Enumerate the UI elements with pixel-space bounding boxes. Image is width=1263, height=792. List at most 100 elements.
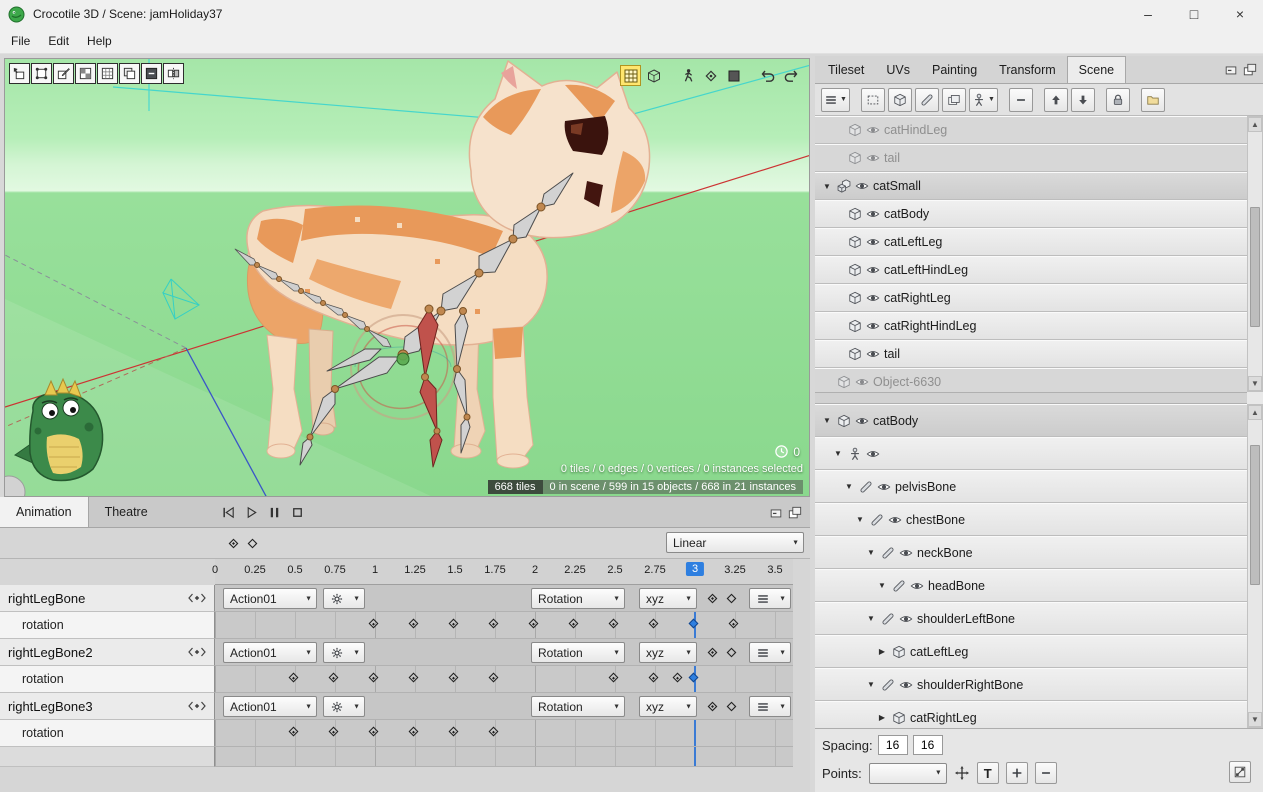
remove-keyframe-button[interactable] <box>722 588 740 609</box>
channel-label-rotation[interactable]: rotation <box>0 666 215 693</box>
menu-button[interactable]: ▼ <box>821 88 850 112</box>
armature-button[interactable]: ▼ <box>969 88 998 112</box>
remove-keyframe-button[interactable] <box>722 642 740 663</box>
track-menu-button[interactable]: ▼ <box>749 696 791 717</box>
tree-item-catRightLeg[interactable]: ▶catRightLeg <box>815 701 1247 728</box>
menu-file[interactable]: File <box>2 30 39 52</box>
tree-item-catLeftLeg[interactable]: catLeftLeg <box>815 228 1247 256</box>
folder-button[interactable] <box>1141 88 1165 112</box>
eye-icon[interactable] <box>866 151 880 165</box>
tree-item-catHindLeg[interactable]: catHindLeg <box>815 116 1247 144</box>
ruler-tick-1.5[interactable]: 1.5 <box>447 564 462 576</box>
keyframe-nav-icon[interactable] <box>188 701 206 711</box>
remove-keyframe-button[interactable] <box>722 696 740 717</box>
expander-open-icon[interactable]: ▼ <box>821 416 833 425</box>
tree-item-tail[interactable]: tail <box>815 340 1247 368</box>
minimize-button[interactable]: – <box>1125 0 1171 28</box>
tree-item-armature[interactable]: ▼ <box>815 437 1247 470</box>
float-panel-icon[interactable] <box>1243 63 1257 77</box>
modifier-select[interactable]: ▼ <box>323 642 365 663</box>
tree-item-chestBone[interactable]: ▼chestBone <box>815 503 1247 536</box>
scroll-up-icon[interactable]: ▲ <box>1248 405 1262 420</box>
eye-icon[interactable] <box>899 546 913 560</box>
remove-button[interactable] <box>1035 762 1057 784</box>
keyframe[interactable] <box>489 619 499 629</box>
keyframe[interactable] <box>369 727 379 737</box>
close-button[interactable]: × <box>1217 0 1263 28</box>
ruler-tick-1.25[interactable]: 1.25 <box>404 564 425 576</box>
eye-icon[interactable] <box>910 579 924 593</box>
eye-icon[interactable] <box>866 347 880 361</box>
ruler-tick-2.5[interactable]: 2.5 <box>607 564 622 576</box>
spacing-x-input[interactable] <box>878 735 908 755</box>
action-select[interactable]: Action01▼ <box>223 642 317 663</box>
keyframe[interactable] <box>649 673 659 683</box>
expander-open-icon[interactable]: ▼ <box>854 515 866 524</box>
keyframe[interactable] <box>409 619 419 629</box>
axes-select[interactable]: xyz▼ <box>639 642 697 663</box>
viewport-3d[interactable]: 0 0 tiles / 0 edges / 0 vertices / 0 ins… <box>4 58 810 497</box>
tab-theatre[interactable]: Theatre <box>89 497 164 527</box>
keyframe-track[interactable] <box>215 612 793 639</box>
eye-icon[interactable] <box>855 375 869 389</box>
action-select[interactable]: Action01▼ <box>223 588 317 609</box>
keyframe[interactable] <box>449 619 459 629</box>
tree-item-catLeftHindLeg[interactable]: catLeftHindLeg <box>815 256 1247 284</box>
keyframe-track[interactable] <box>215 720 793 747</box>
action-select[interactable]: Action01▼ <box>223 696 317 717</box>
scroll-up-icon[interactable]: ▲ <box>1248 117 1262 132</box>
keyframe[interactable] <box>449 727 459 737</box>
eye-icon[interactable] <box>899 678 913 692</box>
tree-divider[interactable] <box>815 392 1247 404</box>
eye-icon[interactable] <box>866 447 880 461</box>
grid-snap-icon[interactable] <box>620 65 641 86</box>
expander-open-icon[interactable]: ▼ <box>821 182 833 191</box>
playhead[interactable] <box>694 747 696 766</box>
playhead[interactable] <box>694 720 696 746</box>
keyframe[interactable] <box>689 673 699 683</box>
tab-animation[interactable]: Animation <box>0 497 89 527</box>
menu-edit[interactable]: Edit <box>39 30 78 52</box>
insert-keyframe-button[interactable] <box>703 696 721 717</box>
tree-item-shoulderLeftBone[interactable]: ▼shoulderLeftBone <box>815 602 1247 635</box>
insert-keyframe-button[interactable] <box>703 642 721 663</box>
channel-select[interactable]: Rotation▼ <box>531 642 625 663</box>
timeline-ruler[interactable]: 00.250.50.7511.251.51.7522.252.52.7533.2… <box>215 559 793 585</box>
undo-icon[interactable] <box>757 65 778 86</box>
keyframe[interactable] <box>609 619 619 629</box>
solid-view-icon[interactable] <box>723 65 744 86</box>
text-tool-button[interactable]: T <box>977 762 999 784</box>
tile-vertex-icon[interactable] <box>31 63 52 84</box>
expander-open-icon[interactable]: ▼ <box>843 482 855 491</box>
insert-keyframe-button[interactable] <box>703 588 721 609</box>
insert-keyframe-button[interactable] <box>224 533 243 553</box>
redo-icon[interactable] <box>780 65 801 86</box>
vscroll-thumb[interactable] <box>1250 207 1260 327</box>
cube-button[interactable] <box>888 88 912 112</box>
tile-draw-icon[interactable] <box>53 63 74 84</box>
track-rightLegBone3[interactable]: rightLegBone3 <box>0 693 215 720</box>
keyframe[interactable] <box>489 673 499 683</box>
eye-icon[interactable] <box>888 513 902 527</box>
object-tree-scrollbar[interactable]: ▲ ▼ <box>1247 116 1263 392</box>
axes-select[interactable]: xyz▼ <box>639 588 697 609</box>
keyframe[interactable] <box>329 673 339 683</box>
eye-icon[interactable] <box>866 319 880 333</box>
ruler-tick-1.75[interactable]: 1.75 <box>484 564 505 576</box>
ruler-tick-2[interactable]: 2 <box>532 564 538 576</box>
keyframe[interactable] <box>289 727 299 737</box>
track-rightLegBone[interactable]: rightLegBone <box>0 585 215 612</box>
bone-button[interactable] <box>915 88 939 112</box>
tab-transform[interactable]: Transform <box>988 56 1067 83</box>
frames-button[interactable] <box>942 88 966 112</box>
modifier-select[interactable]: ▼ <box>323 696 365 717</box>
ruler-tick-3[interactable]: 3 <box>686 562 704 576</box>
tab-tileset[interactable]: Tileset <box>817 56 875 83</box>
move-points-icon[interactable] <box>954 765 970 781</box>
arrow-up-button[interactable] <box>1044 88 1068 112</box>
tree-item-neckBone[interactable]: ▼neckBone <box>815 536 1247 569</box>
tile-mirror-icon[interactable] <box>163 63 184 84</box>
axes-select[interactable]: xyz▼ <box>639 696 697 717</box>
tile-stamp-icon[interactable] <box>97 63 118 84</box>
bone-tree-scrollbar[interactable]: ▲ ▼ <box>1247 404 1263 728</box>
